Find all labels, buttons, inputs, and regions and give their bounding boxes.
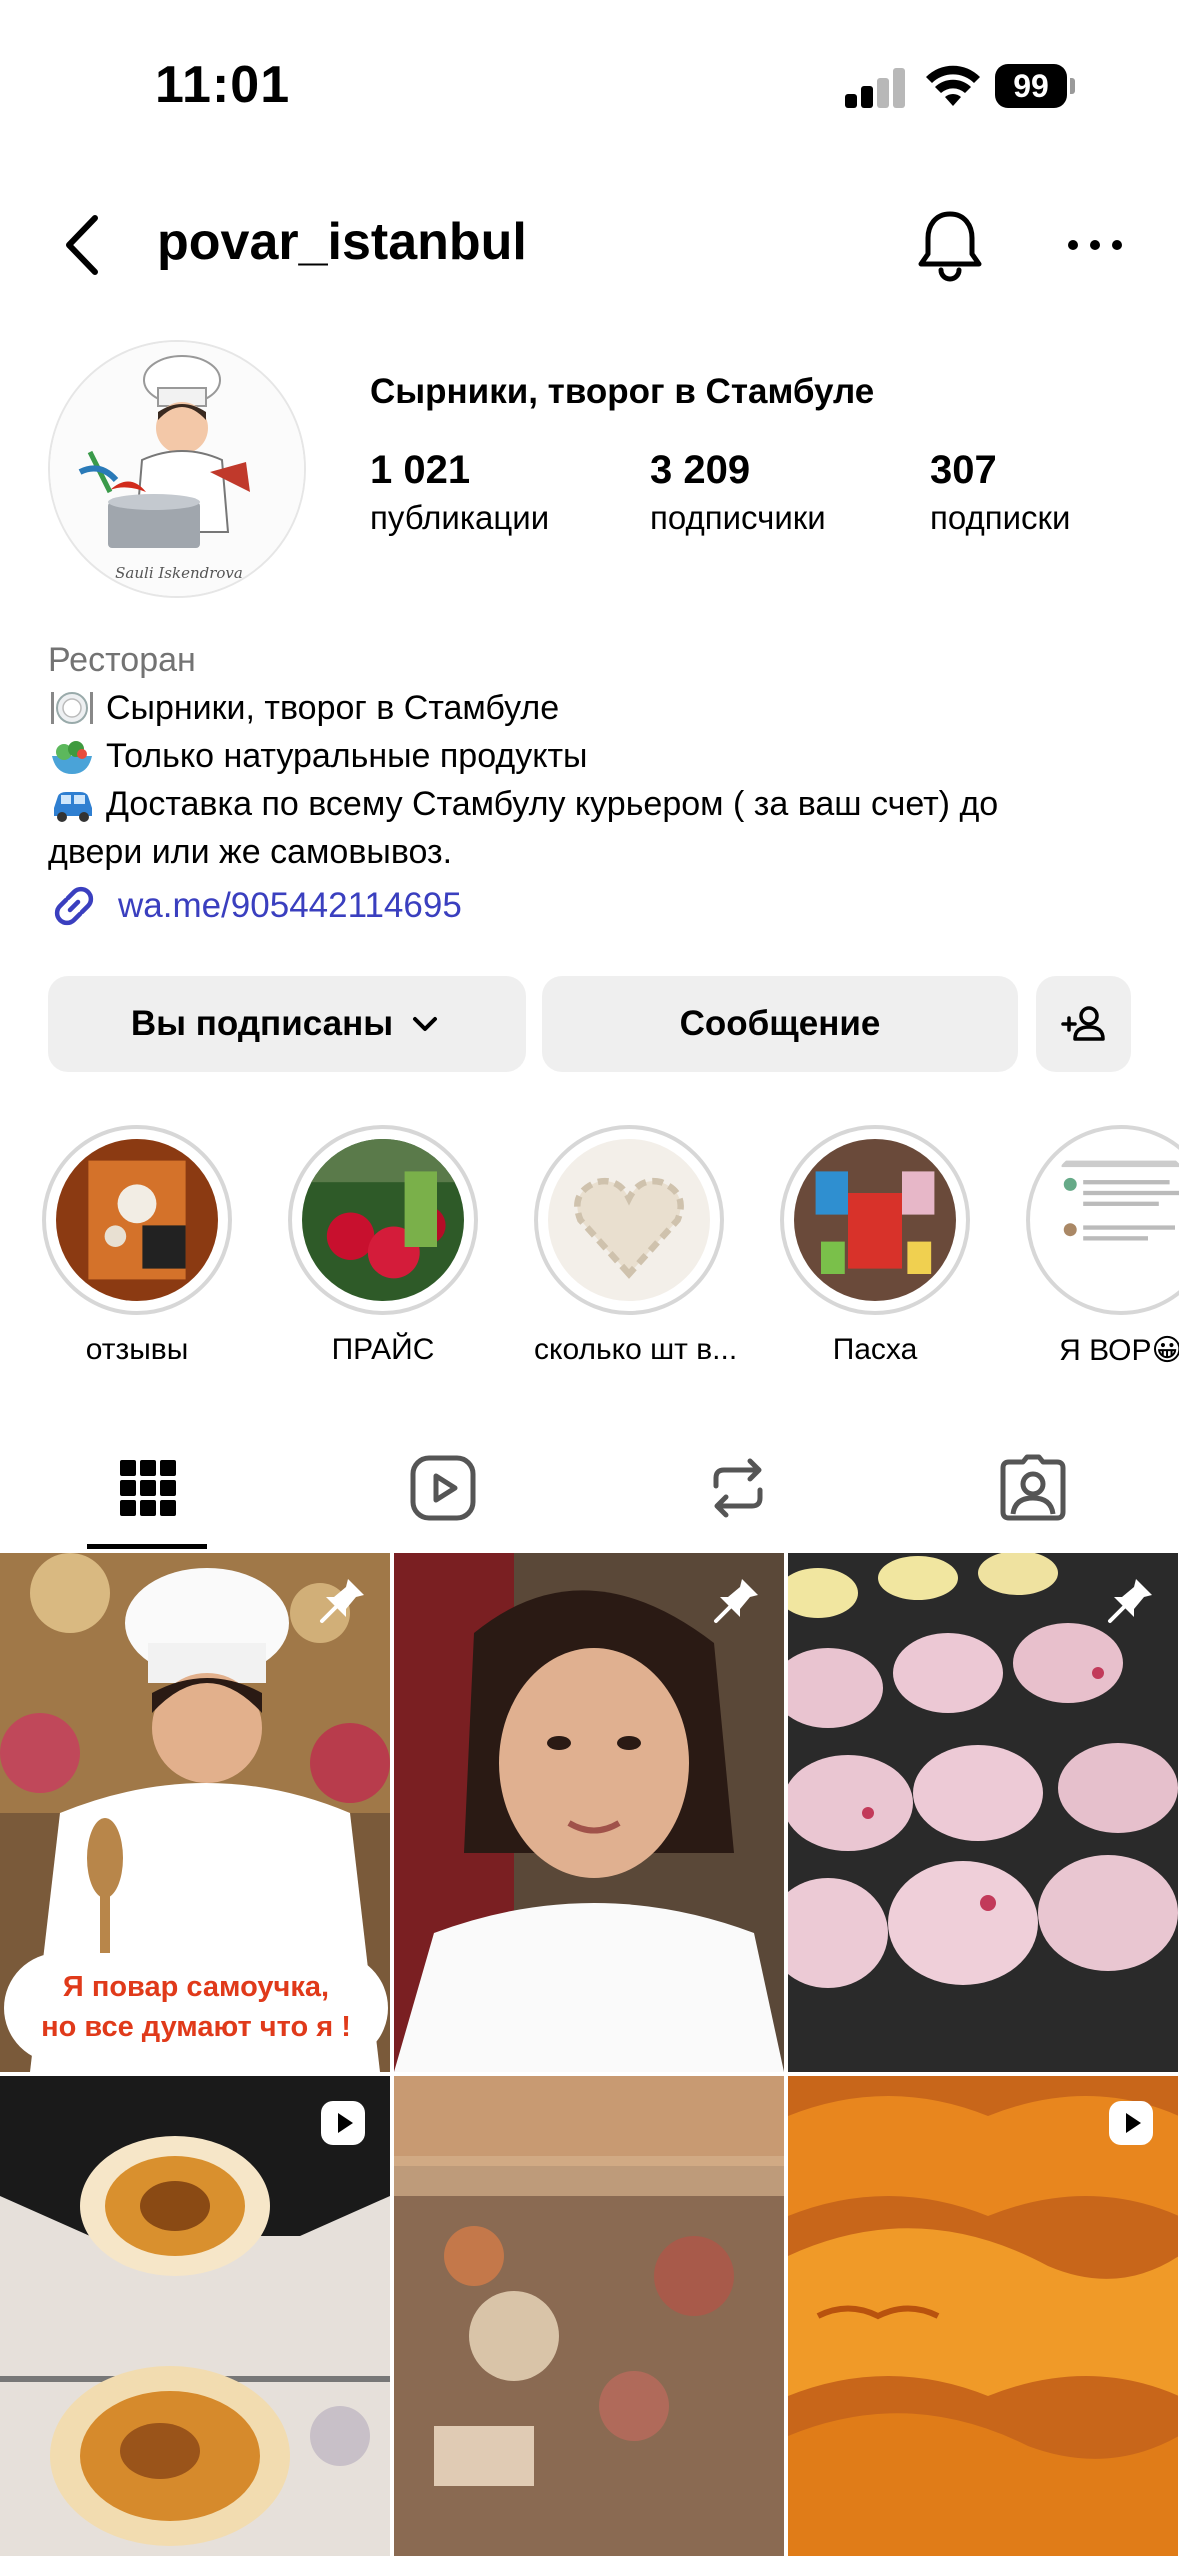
post-caption-line: но все думают что я ! — [41, 2011, 351, 2043]
highlight-price-thumbnail — [302, 1139, 464, 1301]
stat-posts-count: 1 021 — [370, 448, 471, 492]
plate-cutlery-icon — [51, 692, 93, 724]
bio-line-2: Только натуральные продукты — [106, 737, 588, 775]
post-tile[interactable] — [0, 2076, 390, 2556]
post-tile[interactable]: Я повар самоучка, но все думают что я ! — [0, 1553, 390, 2072]
pin-icon — [714, 1579, 758, 1623]
post-tile[interactable] — [394, 1553, 784, 2072]
link-icon — [54, 886, 94, 926]
bio-line-1: Сырники, творог в Стамбуле — [106, 689, 560, 727]
post-tile[interactable] — [788, 2076, 1178, 2556]
post-image — [0, 2076, 390, 2556]
stat-posts-label: публикации — [370, 499, 550, 536]
more-options-icon[interactable] — [1065, 230, 1125, 260]
car-icon — [54, 792, 92, 822]
status-time: 11:01 — [155, 56, 291, 114]
highlight-easter[interactable]: Пасха — [780, 1125, 970, 1367]
back-chevron-icon[interactable] — [55, 210, 111, 280]
posts-grid: Я повар самоучка, но все думают что я ! — [0, 1553, 1179, 2556]
cellular-signal-icon — [845, 68, 907, 108]
tab-reposts[interactable] — [590, 1425, 885, 1550]
profile-display-name: Сырники, творог в Стамбуле — [370, 372, 875, 411]
highlight-label: ПРАЙС — [331, 1333, 435, 1366]
highlight-thief-thumbnail — [1040, 1139, 1179, 1301]
stat-followers[interactable]: 3 209 подписчики — [650, 448, 826, 537]
stat-followers-count: 3 209 — [650, 448, 751, 492]
bell-icon[interactable] — [915, 208, 985, 282]
post-caption-line: Я повар самоучка, — [62, 1971, 330, 2003]
stat-following-label: подписки — [930, 499, 1071, 536]
grid-icon — [119, 1459, 176, 1516]
highlight-easter-thumbnail — [794, 1139, 956, 1301]
message-button[interactable]: Сообщение — [542, 976, 1018, 1072]
post-image — [394, 1553, 784, 2072]
add-person-icon — [1060, 1006, 1105, 1041]
reel-icon — [321, 2101, 365, 2145]
tab-posts-grid[interactable] — [0, 1425, 295, 1550]
highlight-label: сколько шт в... — [534, 1333, 738, 1366]
profile-bio: Ресторан Сырники, творог в Стамбуле Толь… — [48, 636, 1148, 876]
pin-icon — [320, 1579, 364, 1623]
profile-tabs — [0, 1425, 1179, 1550]
highlight-thief[interactable]: Я ВОР😀 — [1026, 1125, 1179, 1368]
message-button-label: Сообщение — [679, 1004, 881, 1043]
chevron-down-icon — [413, 1017, 438, 1031]
bio-line-4: двери или же самовывоз. — [48, 833, 453, 871]
tab-tagged[interactable] — [885, 1425, 1179, 1550]
reel-icon — [1109, 2101, 1153, 2145]
post-caption-overlay: Я повар самоучка, но все думают что я ! — [4, 1953, 388, 2063]
reels-icon — [410, 1455, 475, 1520]
profile-link-text[interactable]: wa.me/905442114695 — [118, 886, 462, 926]
highlight-label: отзывы — [85, 1333, 189, 1366]
active-tab-indicator — [87, 1544, 207, 1549]
profile-username: povar_istanbul — [157, 213, 527, 271]
profile-header: povar_istanbul — [0, 190, 1179, 300]
wifi-icon — [926, 65, 980, 106]
stat-following[interactable]: 307 подписки — [930, 448, 1070, 537]
post-image — [788, 1553, 1178, 2072]
highlight-how-many[interactable]: сколько шт в... — [534, 1125, 738, 1367]
post-image — [788, 2076, 1178, 2556]
battery-icon: 99 — [995, 64, 1075, 108]
tagged-icon — [1000, 1454, 1065, 1520]
salad-icon — [52, 741, 92, 774]
following-button-label: Вы подписаны — [130, 1004, 394, 1043]
bio-line-3: Доставка по всему Стамбулу курьером ( за… — [106, 785, 999, 823]
highlight-label: Я ВОР😀 — [1059, 1334, 1179, 1367]
tab-reels[interactable] — [295, 1425, 590, 1550]
battery-level: 99 — [995, 64, 1067, 108]
stat-followers-label: подписчики — [650, 499, 826, 536]
stat-posts[interactable]: 1 021 публикации — [370, 448, 549, 537]
profile-link[interactable]: wa.me/905442114695 — [48, 880, 462, 932]
post-tile[interactable] — [788, 1553, 1178, 2072]
highlight-reviews-thumbnail — [56, 1139, 218, 1301]
svg-text:Sauli Iskendrova: Sauli Iskendrova — [115, 564, 243, 582]
status-bar: 11:01 99 — [0, 0, 1179, 170]
pin-icon — [1108, 1579, 1152, 1623]
post-image — [394, 2076, 784, 2556]
highlight-reviews[interactable]: отзывы — [42, 1125, 232, 1367]
highlight-price[interactable]: ПРАЙС — [288, 1125, 478, 1367]
suggest-people-button[interactable] — [1036, 976, 1131, 1072]
profile-category: Ресторан — [48, 641, 196, 679]
repost-icon — [713, 1458, 762, 1517]
post-tile[interactable] — [394, 2076, 784, 2556]
highlight-label: Пасха — [832, 1333, 918, 1366]
highlight-how-many-thumbnail — [548, 1139, 710, 1301]
stat-following-count: 307 — [930, 448, 997, 492]
following-button[interactable]: Вы подписаны — [48, 976, 526, 1072]
profile-avatar[interactable]: Sauli Iskendrova — [48, 340, 306, 598]
